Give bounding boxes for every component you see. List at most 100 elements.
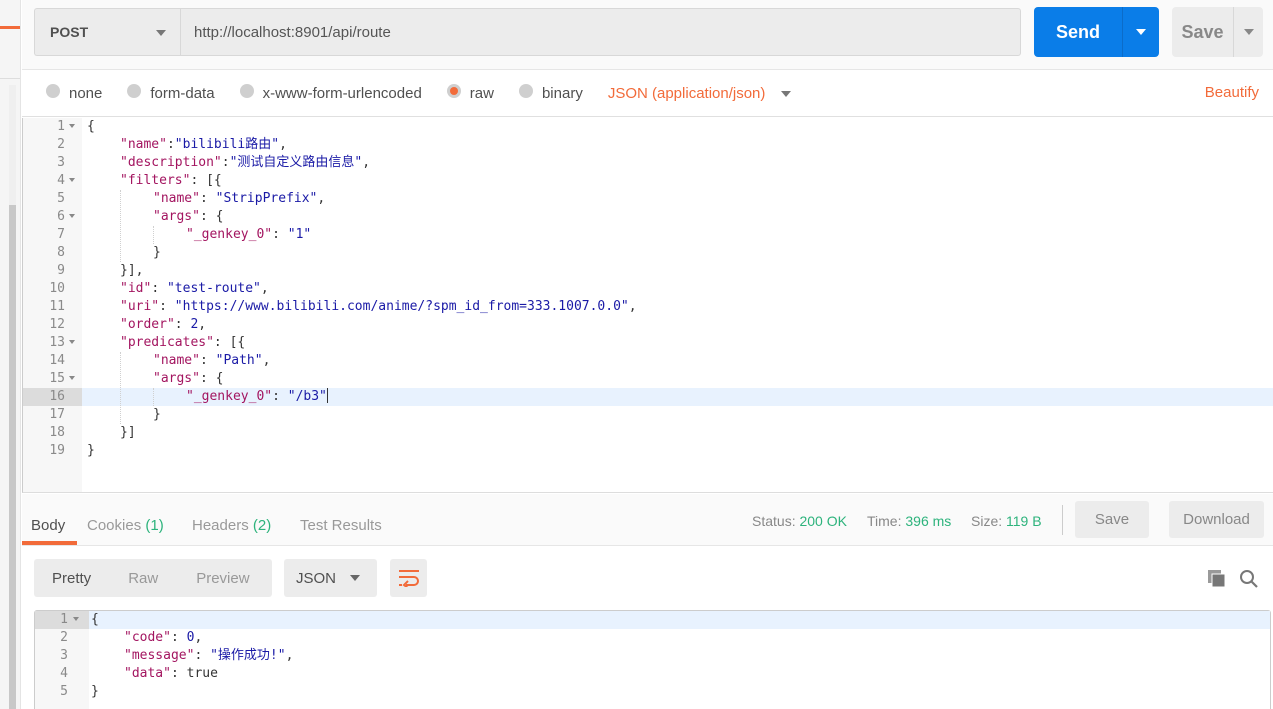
code-line: 7 "_genkey_0": "1" xyxy=(23,226,1273,244)
send-button[interactable]: Send xyxy=(1034,7,1159,57)
radio-icon xyxy=(239,83,254,98)
time-label: Time: xyxy=(867,513,902,529)
code-token: : xyxy=(221,155,230,170)
code-token: "Path" xyxy=(215,353,263,368)
code-text: { xyxy=(91,611,99,629)
fold-toggle-icon[interactable] xyxy=(69,178,75,182)
chevron-down-icon xyxy=(1243,29,1254,35)
code-token: "bilibili路由" xyxy=(174,137,280,152)
search-button[interactable] xyxy=(1239,569,1259,589)
code-text: "id": "test-route", xyxy=(120,280,269,298)
save-request-button[interactable]: Save xyxy=(1172,7,1263,57)
tab-label: Cookies xyxy=(87,517,142,534)
code-token: : xyxy=(170,630,187,645)
request-body-editor[interactable]: 1{2 "name":"bilibili路由", 3 "description":"测… xyxy=(22,118,1273,493)
request-bar: POST http://localhost:8901/api/route Sen… xyxy=(22,0,1273,70)
line-number: 17 xyxy=(49,407,65,422)
code-line: 5 "name": "StripPrefix", xyxy=(23,190,1273,208)
code-token: : true xyxy=(170,666,218,681)
tab-body[interactable]: Body xyxy=(31,517,65,534)
response-format-select[interactable]: JSON xyxy=(284,559,377,597)
radio-selected-icon xyxy=(446,83,461,98)
fold-toggle-icon[interactable] xyxy=(69,214,75,218)
code-token: , xyxy=(279,137,287,152)
code-token: , xyxy=(317,191,326,206)
fold-toggle-icon[interactable] xyxy=(69,376,75,380)
indent-guide xyxy=(120,190,121,262)
body-mode-bar: none form-data x-www-form-urlencoded raw… xyxy=(22,71,1273,117)
line-number: 4 xyxy=(60,666,68,681)
code-text: "_genkey_0": "1" xyxy=(186,226,311,244)
sidebar-edge xyxy=(0,0,21,709)
code-token: , xyxy=(198,317,207,332)
sidebar-scrollbar[interactable] xyxy=(9,205,16,709)
radio-raw[interactable]: raw xyxy=(446,83,494,102)
method-select[interactable]: POST xyxy=(34,8,180,56)
tab-test-results[interactable]: Test Results xyxy=(300,517,382,534)
code-token: "test-route" xyxy=(166,281,261,296)
tab-cookies[interactable]: Cookies (1) xyxy=(87,517,164,534)
code-token: { xyxy=(91,612,99,627)
line-number: 15 xyxy=(49,371,65,386)
code-text: "name":"bilibili路由", xyxy=(120,136,287,154)
code-token: "/b3" xyxy=(287,389,327,404)
code-token: "uri" xyxy=(120,299,160,314)
line-number: 6 xyxy=(57,209,65,224)
line-number: 19 xyxy=(49,443,65,458)
line-number: 18 xyxy=(49,425,65,440)
response-body-viewer[interactable]: 1{2 "code": 0, 3 "message": "操作成功!", 4 "data"… xyxy=(34,610,1271,709)
code-text: } xyxy=(153,244,161,262)
fold-toggle-icon[interactable] xyxy=(73,617,79,621)
size-value: 119 B xyxy=(1006,513,1042,529)
code-token: : xyxy=(194,648,211,663)
code-line: 5} xyxy=(35,683,1270,701)
text-cursor xyxy=(326,388,328,403)
code-token: "predicates" xyxy=(120,335,214,350)
radio-form-data[interactable]: form-data xyxy=(127,83,215,102)
beautify-button[interactable]: Beautify xyxy=(1205,84,1259,101)
line-number: 8 xyxy=(57,245,65,260)
code-line: 6 "args": { xyxy=(23,208,1273,226)
sidebar-divider xyxy=(0,78,20,79)
view-raw[interactable]: Raw xyxy=(128,570,158,587)
code-token: "args" xyxy=(153,371,200,386)
download-button[interactable]: Download xyxy=(1169,501,1264,538)
code-token: "name" xyxy=(153,191,200,206)
code-text: "message": "操作成功!", xyxy=(124,647,293,665)
radio-none[interactable]: none xyxy=(46,83,103,102)
code-token: "filters" xyxy=(120,173,191,188)
code-token: , xyxy=(285,648,294,663)
code-text: "predicates": [{ xyxy=(120,334,245,352)
fold-toggle-icon[interactable] xyxy=(69,124,75,128)
tab-headers[interactable]: Headers (2) xyxy=(192,517,271,534)
fold-toggle-icon[interactable] xyxy=(69,340,75,344)
send-options-button[interactable] xyxy=(1122,7,1159,57)
save-options-button[interactable] xyxy=(1233,7,1263,57)
code-token: : { xyxy=(199,209,224,224)
tab-label: Headers xyxy=(192,517,249,534)
url-input[interactable]: http://localhost:8901/api/route xyxy=(180,8,1021,56)
code-token: , xyxy=(260,281,269,296)
copy-button[interactable] xyxy=(1207,569,1227,589)
radio-x-www-form-urlencoded[interactable]: x-www-form-urlencoded xyxy=(239,83,422,102)
view-preview[interactable]: Preview xyxy=(196,570,249,587)
tab-count-badge: (1) xyxy=(145,517,164,534)
code-line: 12 "order": 2, xyxy=(23,316,1273,334)
code-text: } xyxy=(153,406,161,424)
code-token: } xyxy=(153,407,161,422)
code-line: 18}] xyxy=(23,424,1273,442)
code-token: , xyxy=(262,353,271,368)
line-number: 11 xyxy=(49,299,65,314)
code-text: "code": 0, xyxy=(124,629,202,647)
view-pretty[interactable]: Pretty xyxy=(52,570,91,587)
response-status: Status: 200 OK xyxy=(752,513,847,529)
content-type-select[interactable]: JSON (application/json) xyxy=(608,85,792,102)
code-line: 19} xyxy=(23,442,1273,460)
save-response-button[interactable]: Save xyxy=(1075,501,1149,538)
code-text: }], xyxy=(120,262,143,280)
radio-binary[interactable]: binary xyxy=(518,83,583,102)
radio-icon xyxy=(127,83,142,98)
size-label: Size: xyxy=(971,513,1003,529)
wrap-lines-button[interactable] xyxy=(390,559,427,597)
radio-label: none xyxy=(69,85,103,102)
